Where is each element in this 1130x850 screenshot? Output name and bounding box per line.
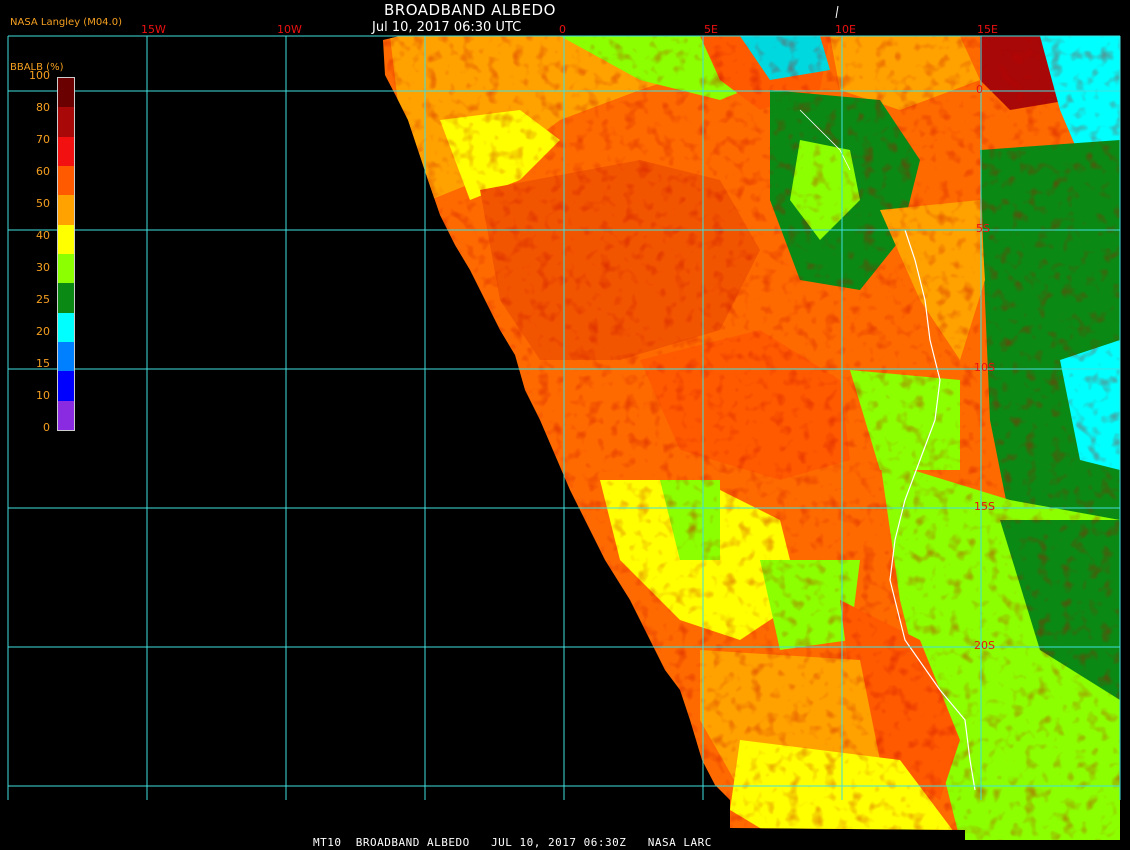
lat-label: 10S [974,361,995,374]
legend-tick-label: 10 [36,389,50,402]
legend-swatch [58,195,74,225]
legend-tick-label: 50 [36,197,50,210]
legend-swatch [58,254,74,284]
legend-swatch [58,136,74,166]
color-legend [57,77,75,431]
legend-swatch [58,107,74,137]
legend-tick-label: 60 [36,165,50,178]
legend-tick-label: 70 [36,133,50,146]
lat-label: 15S [974,500,995,513]
lat-label: 5S [976,222,990,235]
lat-label: 0 [976,83,983,96]
legend-tick-label: 30 [36,261,50,274]
north-tick [835,5,839,19]
land-albedo [383,36,1120,840]
legend-tick-label: 80 [36,101,50,114]
lat-label: 20S [974,639,995,652]
legend-swatch [58,342,74,372]
legend-swatch [58,283,74,313]
legend-tick-label: 25 [36,293,50,306]
legend-swatch [58,78,74,108]
legend-swatch [58,224,74,254]
lon-label: 10E [835,23,856,36]
legend-swatch [58,166,74,196]
lon-label: 0 [559,23,566,36]
source-label: NASA Langley (M04.0) [10,17,122,28]
lon-label: 15E [977,23,998,36]
footer-caption: MT10 BROADBAND ALBEDO JUL 10, 2017 06:30… [313,836,712,849]
albedo-map [7,5,1121,840]
legend-swatch [58,312,74,342]
legend-tick-label: 0 [43,421,50,434]
lon-label: 5E [704,23,718,36]
legend-tick-label: 100 [29,69,50,82]
legend-swatch [58,400,74,430]
legend-swatch [58,371,74,401]
legend-tick-label: 15 [36,357,50,370]
map-title: BROADBAND ALBEDO [384,1,556,19]
lon-label: 10W [277,23,302,36]
legend-tick-label: 40 [36,229,50,242]
lon-label: 15W [141,23,166,36]
legend-tick-label: 20 [36,325,50,338]
map-timestamp: Jul 10, 2017 06:30 UTC [372,20,522,35]
